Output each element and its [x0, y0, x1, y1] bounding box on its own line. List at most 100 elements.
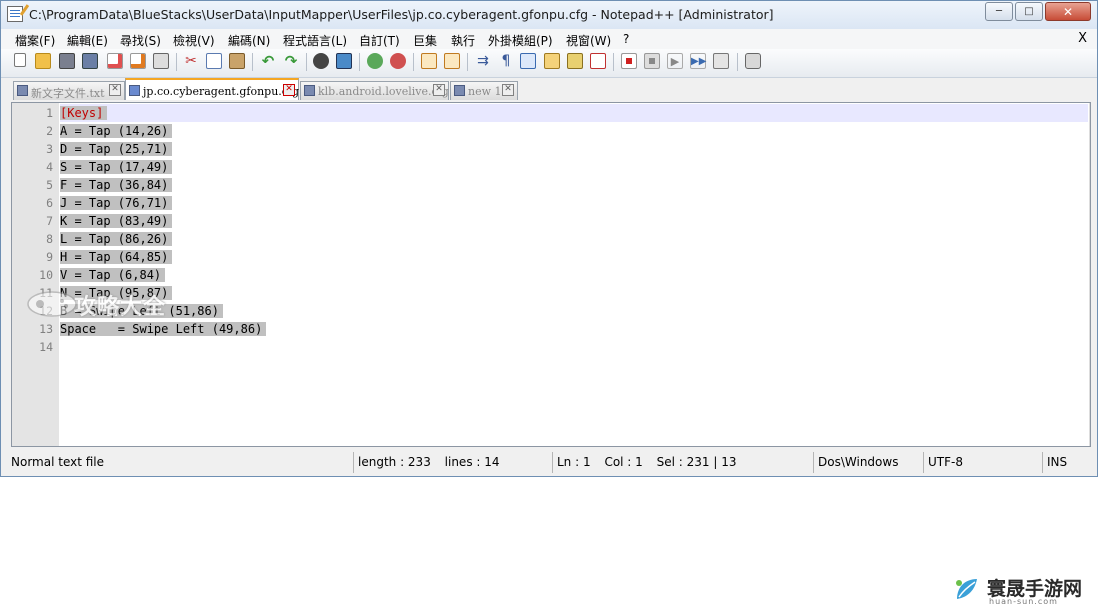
line-number: 8 [46, 232, 53, 246]
function-list-icon[interactable] [590, 53, 606, 69]
undo-icon[interactable]: ↶ [260, 53, 276, 69]
menu-run[interactable]: 執行 [451, 32, 475, 49]
menu-settings[interactable]: 自訂(T) [359, 32, 400, 49]
status-insert-mode[interactable]: INS [1042, 452, 1092, 473]
selected-text: K = Tap (83,49) [60, 214, 173, 228]
udl-icon[interactable] [544, 53, 560, 69]
toolbar-separator [413, 53, 414, 71]
run-macro-multiple-icon[interactable]: ▶▶ [690, 53, 706, 69]
status-encoding[interactable]: UTF-8 [923, 452, 1042, 473]
selected-text: [Keys] [60, 106, 108, 120]
code-line: K = Tap (83,49) [60, 212, 173, 230]
selected-text: V = Tap (6,84) [60, 268, 166, 282]
code-line: Space = Swipe Left (49,86) [60, 320, 267, 338]
code-line: J = Tap (76,71) [60, 194, 173, 212]
leaf-logo-icon [956, 579, 977, 599]
maximize-button[interactable]: □ [1015, 2, 1043, 21]
code-line: V = Tap (6,84) [60, 266, 166, 284]
menu-window[interactable]: 視窗(W) [566, 32, 611, 49]
menu-language[interactable]: 程式語言(L) [283, 32, 347, 49]
window-controls: ─ □ ✕ [983, 2, 1091, 21]
tab-gfonpu-cfg[interactable]: jp.co.cyberagent.gfonpu.cfg ✕ [125, 78, 299, 100]
tab-close-icon[interactable]: ✕ [433, 84, 445, 96]
selected-text: D = Tap (25,71) [60, 142, 173, 156]
tab-new-text-file[interactable]: 新文字文件.txt ✕ [13, 81, 125, 100]
gamepad-watermark-icon [27, 291, 77, 317]
word-wrap-icon[interactable]: ⇉ [475, 53, 491, 69]
toolbar-separator [359, 53, 360, 71]
menu-plugins[interactable]: 外掛模組(P) [488, 32, 553, 49]
line-number-gutter: 1 2 3 4 5 6 7 8 9 10 11 12 13 14 [12, 103, 59, 446]
toolbar-separator [737, 53, 738, 71]
status-eol[interactable]: Dos\Windows [813, 452, 923, 473]
copy-icon[interactable] [206, 53, 222, 69]
selected-text: F = Tap (36,84) [60, 178, 173, 192]
tab-close-icon[interactable]: ✕ [109, 84, 121, 96]
menu-edit[interactable]: 編輯(E) [67, 32, 108, 49]
tab-label: klb.android.lovelive.cfg [318, 85, 449, 98]
status-ln: Ln : 1 [557, 455, 591, 469]
watermark-text: 攻略大全 [74, 295, 167, 320]
tab-bar: 新文字文件.txt ✕ jp.co.cyberagent.gfonpu.cfg … [1, 78, 1097, 100]
tab-new-1[interactable]: new 1 ✕ [450, 81, 518, 100]
paste-icon[interactable] [229, 53, 245, 69]
play-macro-icon[interactable]: ▶ [667, 53, 683, 69]
close-button[interactable]: ✕ [1045, 2, 1091, 21]
text-editor[interactable]: 1 2 3 4 5 6 7 8 9 10 11 12 13 14 [Keys] … [11, 102, 1091, 447]
find-icon[interactable] [313, 53, 329, 69]
save-macro-icon[interactable] [713, 53, 729, 69]
menu-help[interactable]: ? [623, 32, 629, 46]
show-all-chars-icon[interactable]: ¶ [498, 53, 514, 69]
line-number: 10 [39, 268, 53, 282]
indent-guide-icon[interactable] [520, 53, 536, 69]
line-number: 4 [46, 160, 53, 174]
line-number: 9 [46, 250, 53, 264]
save-icon[interactable] [59, 53, 75, 69]
code-line: [Keys] [60, 104, 108, 122]
code-line: D = Tap (25,71) [60, 140, 173, 158]
tab-lovelive-cfg[interactable]: klb.android.lovelive.cfg ✕ [300, 81, 449, 100]
record-macro-icon[interactable] [621, 53, 637, 69]
print-icon[interactable] [153, 53, 169, 69]
menu-search[interactable]: 尋找(S) [120, 32, 161, 49]
file-icon [454, 85, 465, 96]
line-number: 1 [46, 106, 53, 120]
save-all-icon[interactable] [82, 53, 98, 69]
zoom-out-icon[interactable] [390, 53, 406, 69]
minimize-button[interactable]: ─ [985, 2, 1013, 21]
menu-close-doc-button[interactable]: X [1078, 31, 1087, 46]
sync-v-icon[interactable] [421, 53, 437, 69]
tab-close-icon[interactable]: ✕ [502, 84, 514, 96]
line-number: 6 [46, 196, 53, 210]
toolbar-separator [252, 53, 253, 71]
doc-map-icon[interactable] [567, 53, 583, 69]
redo-icon[interactable]: ↷ [283, 53, 299, 69]
selected-text: S = Tap (17,49) [60, 160, 173, 174]
close-icon[interactable] [107, 53, 123, 69]
tab-label: new 1 [468, 85, 502, 98]
file-icon [304, 85, 315, 96]
status-length-lines: length : 233 lines : 14 [353, 452, 552, 473]
status-file-type: Normal text file [11, 455, 105, 469]
menu-macro[interactable]: 巨集 [413, 32, 437, 49]
selected-text: H = Tap (64,85) [60, 250, 173, 264]
replace-icon[interactable] [336, 53, 352, 69]
cut-icon[interactable]: ✂ [183, 53, 199, 69]
open-file-icon[interactable] [35, 53, 51, 69]
site-brand-logo: 寰晟手游网 huan-sun.com [953, 573, 1093, 609]
spellcheck-icon[interactable] [745, 53, 761, 69]
title-bar[interactable]: C:\ProgramData\BlueStacks\UserData\Input… [1, 1, 1097, 29]
close-all-icon[interactable] [130, 53, 146, 69]
menu-view[interactable]: 檢視(V) [173, 32, 215, 49]
status-lines: lines : 14 [444, 455, 500, 469]
menu-encoding[interactable]: 編碼(N) [228, 32, 270, 49]
stop-record-icon[interactable] [644, 53, 660, 69]
tab-close-icon[interactable]: ✕ [283, 84, 295, 96]
new-file-icon[interactable] [14, 53, 26, 67]
file-icon [17, 85, 28, 96]
zoom-in-icon[interactable] [367, 53, 383, 69]
code-line: L = Tap (86,26) [60, 230, 173, 248]
tab-label: 新文字文件.txt [31, 87, 105, 100]
menu-file[interactable]: 檔案(F) [15, 32, 55, 49]
sync-h-icon[interactable] [444, 53, 460, 69]
